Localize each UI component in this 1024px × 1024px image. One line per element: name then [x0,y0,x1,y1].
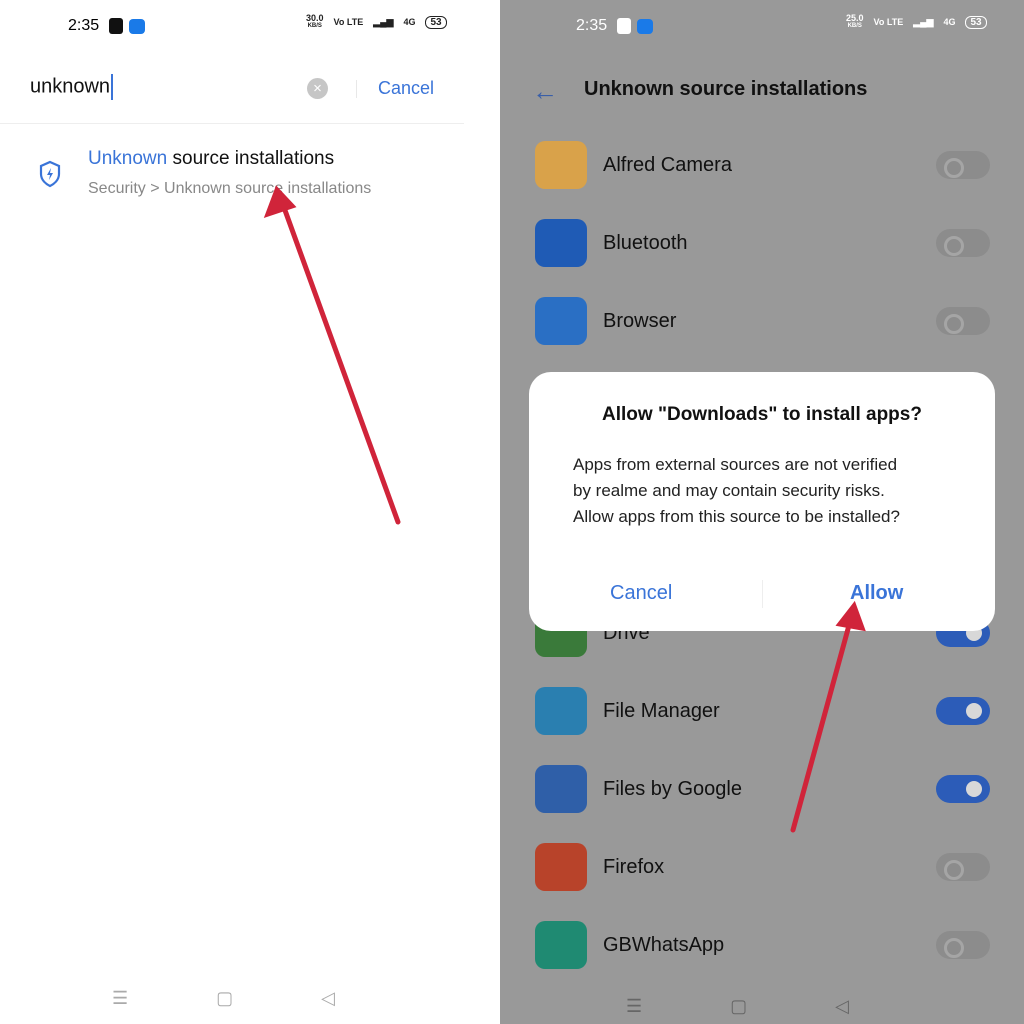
net-speed: 25.0 KB/S [846,14,864,30]
app-icon [535,141,587,189]
status-bar: 2:35 [576,14,659,38]
app-icon [535,219,587,267]
android-icon [637,18,654,34]
app-name: Alfred Camera [603,153,732,176]
net-speed-unit: KB/S [847,23,862,29]
nav-bar: ☰ ▢ ◁ [112,988,335,1008]
title-rest: source installations [167,148,335,169]
result-title: Unknown source installations [88,148,371,170]
back-icon[interactable]: ◁ [321,988,335,1008]
shield-bolt-icon [39,160,61,188]
home-icon[interactable]: ▢ [730,996,747,1016]
permission-toggle[interactable] [936,775,990,803]
status-bar: 2:35 [68,14,151,38]
install-permission-dialog: Allow "Downloads" to install apps? Apps … [529,372,995,631]
app-name: Files by Google [603,777,742,800]
app-row[interactable]: Browser [535,295,990,347]
search-input[interactable]: unknown [30,74,114,100]
home-icon[interactable]: ▢ [216,988,233,1008]
app-name: Firefox [603,855,665,878]
dialog-message: Apps from external sources are not verif… [573,455,900,526]
net-speed: 30.0 KB/S [306,14,324,30]
cancel-button[interactable]: Cancel [378,78,434,99]
search-screen: 2:35 30.0 KB/S Vo LTE ▂▄▆ 4G 53 unknown ×… [0,0,500,1024]
app-icon [535,765,587,813]
permission-toggle[interactable] [936,931,990,959]
android-icon [129,18,146,34]
status-icons: 25.0 KB/S Vo LTE ▂▄▆ 4G 53 [846,14,987,30]
permission-toggle[interactable] [936,229,990,257]
puzzle-icon [617,18,632,34]
permission-toggle[interactable] [936,151,990,179]
highlight: Unknown [88,148,168,169]
nav-bar: ☰ ▢ ◁ [626,996,849,1016]
back-arrow-icon[interactable]: ← [532,76,558,107]
network-type: 4G [943,17,956,27]
app-row[interactable]: Firefox [535,841,990,893]
permission-toggle[interactable] [936,853,990,881]
app-icon [535,843,587,891]
net-speed-unit: KB/S [307,23,322,29]
divider [0,123,464,124]
app-name: Bluetooth [603,231,688,254]
result-path: Security > Unknown source installations [88,180,372,197]
page-title: Unknown source installations [584,78,868,100]
dialog-cancel-button[interactable]: Cancel [610,582,672,605]
signal-icon: ▂▄▆ [913,16,934,27]
net-speed-value: 25.0 [846,13,864,23]
permission-toggle[interactable] [936,697,990,725]
search-result-unknown-sources[interactable]: Unknown source installations Security > … [88,148,371,198]
net-speed-value: 30.0 [306,13,324,23]
battery-icon: 53 [425,15,447,29]
app-name: GBWhatsApp [603,933,725,956]
volte-icon: Vo LTE [333,17,364,27]
app-row[interactable]: File Manager [535,685,990,737]
app-row[interactable]: Alfred Camera [535,139,990,191]
allow-button[interactable]: Allow [850,582,903,605]
menu-icon[interactable]: ☰ [112,988,128,1008]
battery-icon: 53 [965,15,987,29]
clear-icon[interactable]: × [307,78,328,99]
app-name: Browser [603,309,677,332]
volte-icon: Vo LTE [873,17,904,27]
app-row[interactable]: Bluetooth [535,217,990,269]
app-icon [535,921,587,969]
text-cursor [111,74,114,100]
network-type: 4G [403,17,416,27]
signal-icon: ▂▄▆ [373,16,394,27]
divider [356,80,357,98]
app-row[interactable]: GBWhatsApp [535,919,990,971]
app-icon [535,687,587,735]
permission-toggle[interactable] [936,307,990,335]
dialog-title: Allow "Downloads" to install apps? [602,404,922,425]
app-icon [535,297,587,345]
app-row[interactable]: Files by Google [535,763,990,815]
menu-icon[interactable]: ☰ [626,996,642,1016]
divider [762,580,763,608]
status-icons: 30.0 KB/S Vo LTE ▂▄▆ 4G 53 [306,14,447,30]
clock: 2:35 [68,17,100,34]
search-value: unknown [30,75,111,98]
clock: 2:35 [576,17,608,34]
puzzle-icon [109,18,124,34]
app-name: File Manager [603,699,720,722]
back-icon[interactable]: ◁ [835,996,849,1016]
